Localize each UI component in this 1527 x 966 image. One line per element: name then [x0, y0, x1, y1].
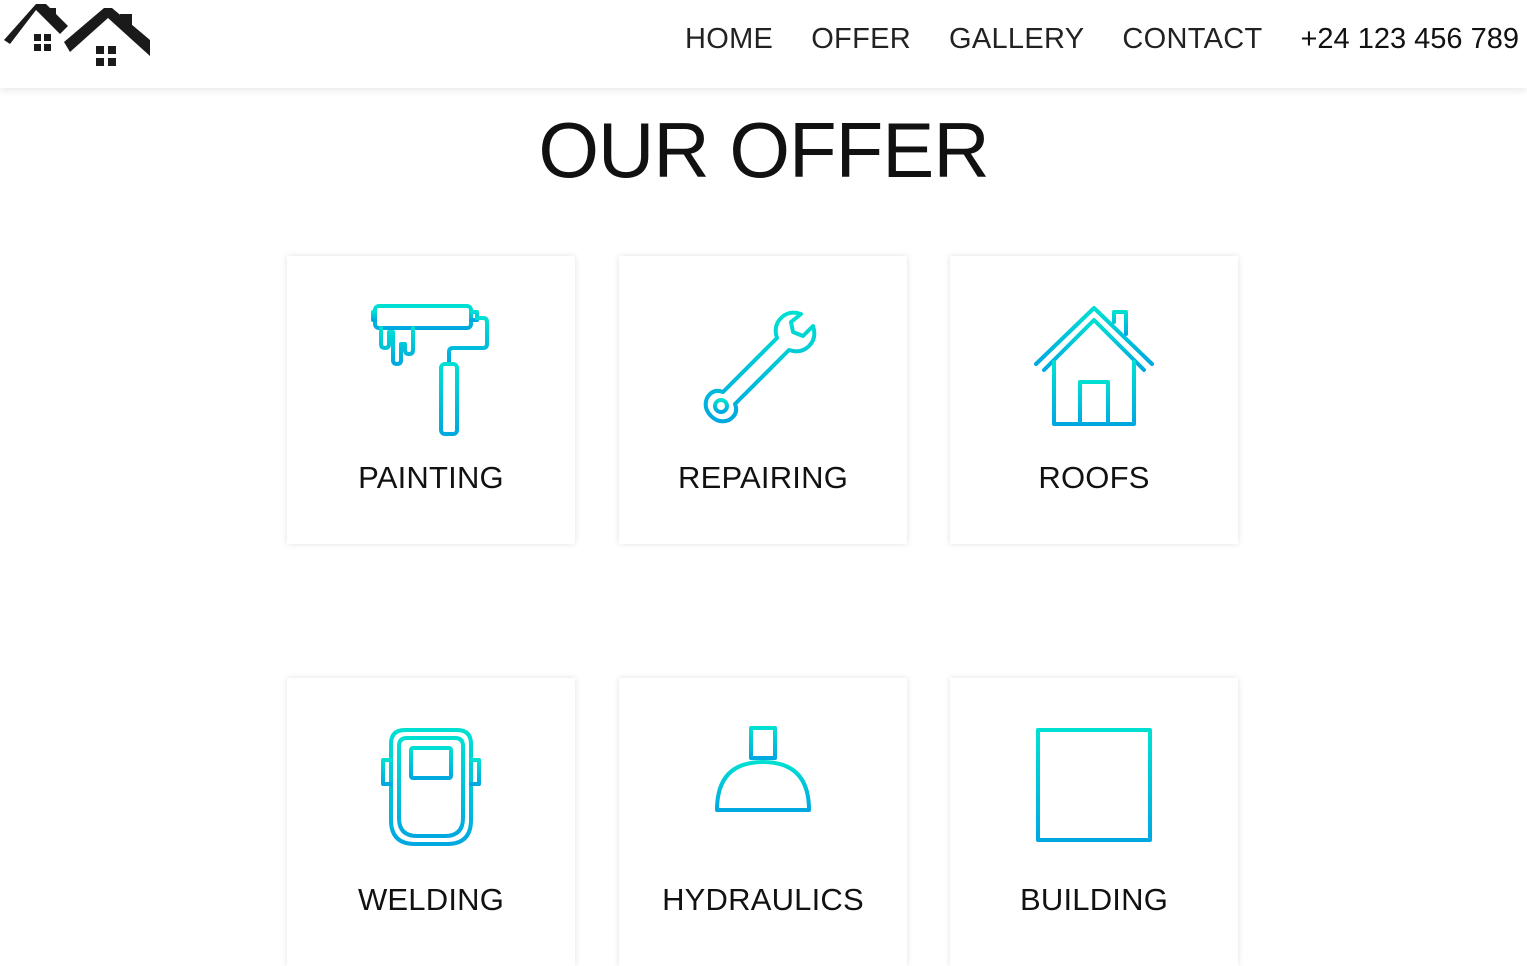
site-header: HOME OFFER GALLERY CONTACT +24 123 456 7… — [0, 0, 1527, 88]
page-title: OUR OFFER — [538, 106, 989, 194]
welding-mask-icon — [381, 728, 481, 846]
nav-gallery-link[interactable]: GALLERY — [949, 23, 1084, 56]
nav-offer-link[interactable]: OFFER — [811, 23, 911, 56]
paint-roller-icon — [371, 304, 489, 436]
shower-head-icon — [714, 726, 812, 862]
service-label: BUILDING — [1019, 882, 1169, 917]
nav-contact-link[interactable]: CONTACT — [1122, 23, 1262, 56]
nav-home-link[interactable]: HOME — [685, 23, 773, 56]
service-label: PAINTING — [358, 460, 504, 495]
main-nav: HOME OFFER GALLERY CONTACT +24 123 456 7… — [685, 20, 1519, 58]
service-card-building[interactable]: BUILDING — [950, 678, 1238, 966]
service-card-repairing[interactable]: REPAIRING — [619, 256, 907, 544]
phone-number[interactable]: +24 123 456 789 — [1300, 23, 1519, 56]
houses-logo-icon[interactable] — [0, 0, 156, 76]
brick-wall-icon — [1036, 728, 1152, 842]
service-label: WELDING — [357, 882, 505, 917]
service-card-welding[interactable]: WELDING — [287, 678, 575, 966]
wrench-icon — [703, 310, 817, 424]
service-label: ROOFS — [1038, 460, 1150, 495]
service-card-painting[interactable]: PAINTING — [287, 256, 575, 544]
house-icon — [1034, 306, 1154, 426]
service-label: REPAIRING — [677, 460, 849, 495]
service-card-roofs[interactable]: ROOFS — [950, 256, 1238, 544]
service-card-hydraulics[interactable]: HYDRAULICS — [619, 678, 907, 966]
service-label: HYDRAULICS — [662, 882, 864, 917]
